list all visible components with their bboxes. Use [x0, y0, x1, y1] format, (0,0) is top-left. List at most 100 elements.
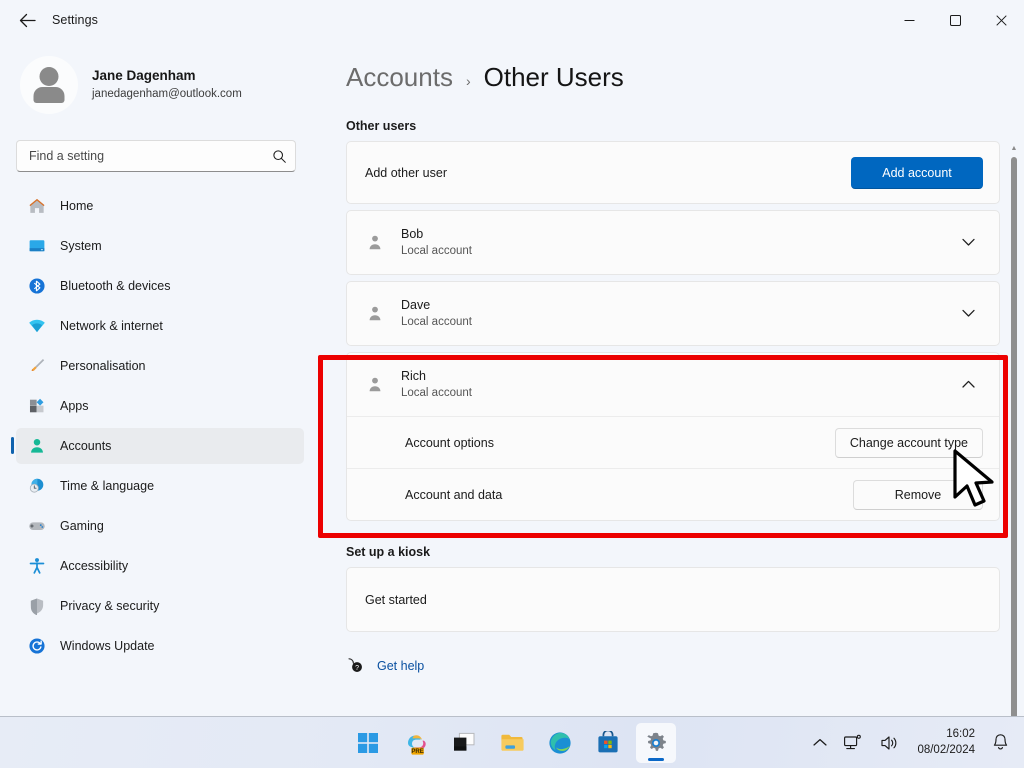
account-and-data-row: Account and data Remove: [347, 468, 999, 520]
settings-window: Settings Jane Dagenham janedagenham@outl…: [0, 0, 1024, 716]
task-view-icon: [454, 732, 475, 751]
person-icon: [369, 235, 381, 249]
screen: Settings Jane Dagenham janedagenham@outl…: [0, 0, 1024, 768]
user-card-rich: Rich Local account Account options Chang…: [346, 352, 1000, 521]
taskbar-task-view-button[interactable]: [444, 723, 484, 763]
search-icon[interactable]: [272, 149, 287, 164]
content-pane: Accounts › Other Users Other users Add o…: [320, 40, 1024, 716]
sidebar-item-bluetooth[interactable]: Bluetooth & devices: [16, 268, 304, 304]
user-row[interactable]: Bob Local account: [347, 211, 999, 274]
scrollbar-thumb[interactable]: [1011, 157, 1017, 716]
sidebar-item-network[interactable]: Network & internet: [16, 308, 304, 344]
accounts-person-icon: [31, 438, 43, 453]
profile-block[interactable]: Jane Dagenham janedagenham@outlook.com: [20, 56, 320, 114]
sidebar-item-label: Accessibility: [60, 559, 129, 573]
sidebar-item-label: Gaming: [60, 519, 104, 533]
user-account-type: Local account: [401, 316, 472, 329]
expand-toggle-bob[interactable]: [953, 228, 983, 258]
get-help-label: Get help: [377, 658, 425, 673]
user-row[interactable]: Rich Local account: [347, 353, 999, 416]
user-name: Bob: [401, 227, 424, 242]
sidebar-nav: Home System Bluetooth & devices Network …: [0, 188, 320, 668]
add-other-user-card: Add other user Add account: [346, 141, 1000, 204]
tray-volume-button[interactable]: [873, 723, 907, 763]
scroll-up-arrow[interactable]: ▲: [1011, 144, 1018, 155]
sidebar-item-label: Accounts: [60, 439, 112, 453]
gamepad-icon: [29, 522, 45, 530]
close-button[interactable]: [978, 0, 1024, 40]
sidebar-item-time-language[interactable]: Time & language: [16, 468, 304, 504]
add-other-user-row: Add other user Add account: [347, 142, 999, 203]
sidebar-item-windows-update[interactable]: Windows Update: [16, 628, 304, 664]
sidebar-item-apps[interactable]: Apps: [16, 388, 304, 424]
speaker-icon: [881, 735, 897, 750]
scrollbar-track[interactable]: [1007, 155, 1021, 716]
tray-notifications-button[interactable]: [985, 723, 1016, 763]
sidebar-item-personalisation[interactable]: Personalisation: [16, 348, 304, 384]
chevron-down-icon: [961, 238, 975, 246]
taskbar-copilot-button[interactable]: PRE: [396, 723, 436, 763]
user-card-dave: Dave Local account: [346, 281, 1000, 346]
tray-show-hidden-icons-button[interactable]: [806, 723, 834, 763]
sidebar-item-accessibility[interactable]: Accessibility: [16, 548, 304, 584]
tray-network-button[interactable]: [836, 723, 871, 763]
expand-toggle-dave[interactable]: [953, 299, 983, 329]
account-and-data-label: Account and data: [405, 487, 503, 502]
copilot-pre-icon: PRE: [408, 734, 426, 755]
network-icon: [29, 319, 45, 333]
tray-date: 08/02/2024: [917, 743, 975, 756]
sidebar-item-label: Personalisation: [60, 359, 146, 373]
breadcrumb-parent[interactable]: Accounts: [346, 62, 453, 93]
system-icon: [29, 240, 45, 252]
taskbar-edge-button[interactable]: [540, 723, 580, 763]
taskbar-start-button[interactable]: [348, 723, 388, 763]
chevron-up-icon: [961, 380, 975, 388]
breadcrumb: Accounts › Other Users: [346, 62, 1000, 93]
folder-icon: [500, 734, 524, 751]
back-button[interactable]: [10, 5, 44, 35]
sidebar: Jane Dagenham janedagenham@outlook.com F…: [0, 40, 320, 716]
sidebar-item-gaming[interactable]: Gaming: [16, 508, 304, 544]
add-account-button[interactable]: Add account: [851, 156, 983, 189]
remove-button[interactable]: Remove: [853, 479, 983, 510]
kiosk-row[interactable]: Get started: [347, 568, 999, 631]
sidebar-item-home[interactable]: Home: [16, 188, 304, 224]
tray-time: 16:02: [946, 728, 975, 741]
minimize-button[interactable]: [886, 0, 932, 40]
windows-start-icon: [358, 732, 378, 753]
bell-icon: [993, 734, 1008, 750]
get-help-link[interactable]: ? Get help: [346, 656, 1000, 675]
kiosk-card: Get started: [346, 567, 1000, 632]
search-input[interactable]: [29, 149, 272, 163]
kiosk-heading: Set up a kiosk: [346, 545, 431, 559]
content-inner: Accounts › Other Users Other users Add o…: [320, 40, 1024, 675]
person-icon: [369, 306, 381, 320]
user-row[interactable]: Dave Local account: [347, 282, 999, 345]
svg-text:PRE: PRE: [411, 748, 424, 755]
sidebar-item-label: Apps: [60, 399, 89, 413]
sidebar-item-accounts[interactable]: Accounts: [11, 428, 304, 464]
window-title: Settings: [52, 13, 98, 27]
svg-text:?: ?: [355, 665, 359, 672]
sidebar-item-privacy-security[interactable]: Privacy & security: [16, 588, 304, 624]
content-scrollbar[interactable]: ▲ ▼: [1007, 144, 1021, 716]
taskbar-microsoft-store-button[interactable]: [588, 723, 628, 763]
taskbar-settings-button[interactable]: [636, 722, 676, 763]
breadcrumb-separator: ›: [465, 73, 471, 89]
window-body: Jane Dagenham janedagenham@outlook.com F…: [0, 40, 1024, 716]
taskbar-file-explorer-button[interactable]: [492, 723, 532, 763]
shield-icon: [30, 598, 44, 615]
taskbar: PRE 16:02 08/02/2024: [0, 716, 1024, 768]
network-tray-icon: [844, 734, 862, 749]
search-box[interactable]: [16, 140, 296, 172]
sidebar-item-label: Bluetooth & devices: [60, 279, 171, 293]
sidebar-item-label: Windows Update: [60, 639, 155, 653]
maximize-button[interactable]: [932, 0, 978, 40]
change-account-type-button[interactable]: Change account type: [834, 427, 983, 458]
chevron-down-icon: [961, 309, 975, 317]
tray-clock[interactable]: 16:02 08/02/2024: [909, 723, 983, 763]
sidebar-item-label: Home: [60, 199, 94, 213]
taskbar-apps: PRE: [348, 722, 676, 763]
expand-toggle-rich[interactable]: [953, 370, 983, 400]
sidebar-item-system[interactable]: System: [16, 228, 304, 264]
